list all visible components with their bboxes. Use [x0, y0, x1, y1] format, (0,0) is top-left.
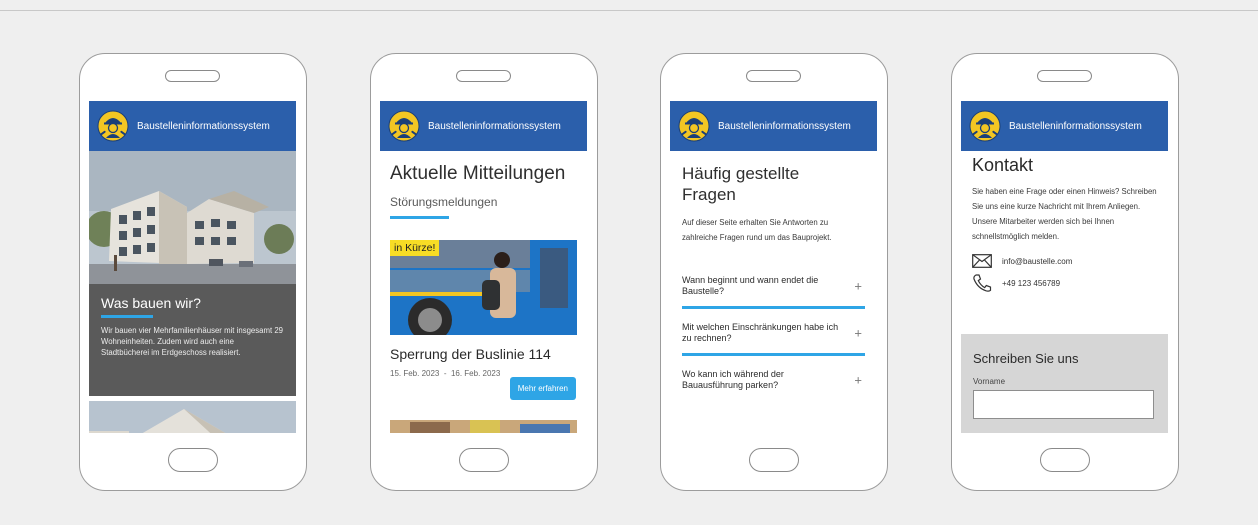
- mail-icon: [972, 254, 992, 268]
- app-title: Baustelleninformationssystem: [1009, 120, 1142, 132]
- app-header: Baustelleninformationssystem: [961, 101, 1168, 151]
- worker-logo-icon[interactable]: [969, 110, 1001, 142]
- faq-question: Wo kann ich während der Bauausführung pa…: [682, 369, 784, 390]
- phone-speaker: [1037, 70, 1092, 82]
- home-button[interactable]: [749, 448, 799, 472]
- app-header: Baustelleninformationssystem: [89, 101, 296, 151]
- page-title: Kontakt: [972, 155, 1034, 175]
- date-start: 15. Feb. 2023: [390, 369, 440, 378]
- next-news-photo: [390, 420, 577, 433]
- phone-screen: Baustelleninformationssystem Kontakt Sie…: [961, 101, 1168, 433]
- faq-item[interactable]: Wann beginnt und wann endet die Baustell…: [682, 275, 865, 297]
- page-title-line1: Häufig gestellte: [682, 164, 800, 183]
- phone-row[interactable]: +49 123 456789: [972, 274, 1157, 292]
- building-photo-2: [89, 401, 296, 433]
- page-title: Aktuelle Mitteilungen: [390, 163, 566, 184]
- home-button[interactable]: [168, 448, 218, 472]
- date-end: 16. Feb. 2023: [450, 369, 501, 378]
- home-button[interactable]: [1040, 448, 1090, 472]
- phone-speaker: [456, 70, 511, 82]
- phone-mockup-news: Baustelleninformationssystem Aktuelle Mi…: [370, 53, 598, 491]
- faq-question: Mit welchen Einschränkungen habe ich zu …: [682, 322, 839, 343]
- plus-icon[interactable]: +: [854, 374, 862, 387]
- phone-speaker: [746, 70, 801, 82]
- app-header: Baustelleninformationssystem: [380, 101, 587, 151]
- faq-item[interactable]: Mit welchen Einschränkungen habe ich zu …: [682, 322, 865, 344]
- building-photo: [89, 151, 296, 284]
- app-title: Baustelleninformationssystem: [718, 120, 851, 132]
- faq-divider: [682, 353, 865, 356]
- phone-screen: Baustelleninformationssystem Was bauen w…: [89, 101, 296, 433]
- phone-speaker: [165, 70, 220, 82]
- worker-logo-icon[interactable]: [678, 110, 710, 142]
- page-title: Häufig gestellte Fragen: [682, 163, 865, 205]
- top-divider: [0, 10, 1258, 11]
- plus-icon[interactable]: +: [854, 280, 862, 293]
- worker-logo-icon[interactable]: [97, 110, 129, 142]
- date-separator: -: [443, 369, 447, 378]
- form-title: Schreiben Sie uns: [973, 351, 1079, 366]
- email-link[interactable]: info@baustelle.com: [1002, 257, 1072, 266]
- page-title-line2: Fragen: [682, 185, 736, 204]
- firstname-label: Vorname: [973, 377, 1006, 386]
- app-header: Baustelleninformationssystem: [670, 101, 877, 151]
- contact-form: Schreiben Sie uns Vorname: [961, 334, 1168, 433]
- firstname-input[interactable]: [973, 390, 1154, 419]
- email-row[interactable]: info@baustelle.com: [972, 254, 1157, 268]
- phone-link[interactable]: +49 123 456789: [1002, 279, 1060, 288]
- faq-divider: [682, 306, 865, 309]
- faq-question: Wann beginnt und wann endet die Baustell…: [682, 275, 819, 296]
- status-badge: in Kürze!: [390, 240, 440, 256]
- home-button[interactable]: [459, 448, 509, 472]
- app-title: Baustelleninformationssystem: [428, 120, 561, 132]
- heading-underline: [101, 315, 153, 318]
- info-panel: Was bauen wir? Wir bauen vier Mehrfamili…: [89, 284, 296, 396]
- phone-icon: [973, 274, 992, 292]
- app-title: Baustelleninformationssystem: [137, 120, 270, 132]
- phone-screen: Baustelleninformationssystem Häufig gest…: [670, 101, 877, 433]
- bus-photo: in Kürze!: [390, 240, 577, 335]
- phone-mockup-home: Baustelleninformationssystem Was bauen w…: [79, 53, 307, 491]
- phone-screen: Baustelleninformationssystem Aktuelle Mi…: [380, 101, 587, 433]
- section-text: Wir bauen vier Mehrfamilienhäuser mit in…: [101, 326, 284, 357]
- more-info-button[interactable]: Mehr erfahren: [509, 377, 576, 400]
- phone-mockup-faq: Baustelleninformationssystem Häufig gest…: [660, 53, 888, 491]
- plus-icon[interactable]: +: [854, 327, 862, 340]
- faq-list: Wann beginnt und wann endet die Baustell…: [682, 275, 865, 391]
- page-intro: Auf dieser Seite erhalten Sie Antworten …: [682, 218, 832, 242]
- faq-item[interactable]: Wo kann ich während der Bauausführung pa…: [682, 369, 865, 391]
- section-heading: Was bauen wir?: [101, 295, 201, 311]
- subtitle-underline: [390, 216, 449, 219]
- phone-mockup-contact: Baustelleninformationssystem Kontakt Sie…: [951, 53, 1179, 491]
- news-title[interactable]: Sperrung der Buslinie 114: [390, 346, 577, 362]
- page-subtitle: Störungsmeldungen: [390, 195, 498, 209]
- worker-logo-icon[interactable]: [388, 110, 420, 142]
- contact-text: Sie haben eine Frage oder einen Hinweis?…: [972, 187, 1157, 241]
